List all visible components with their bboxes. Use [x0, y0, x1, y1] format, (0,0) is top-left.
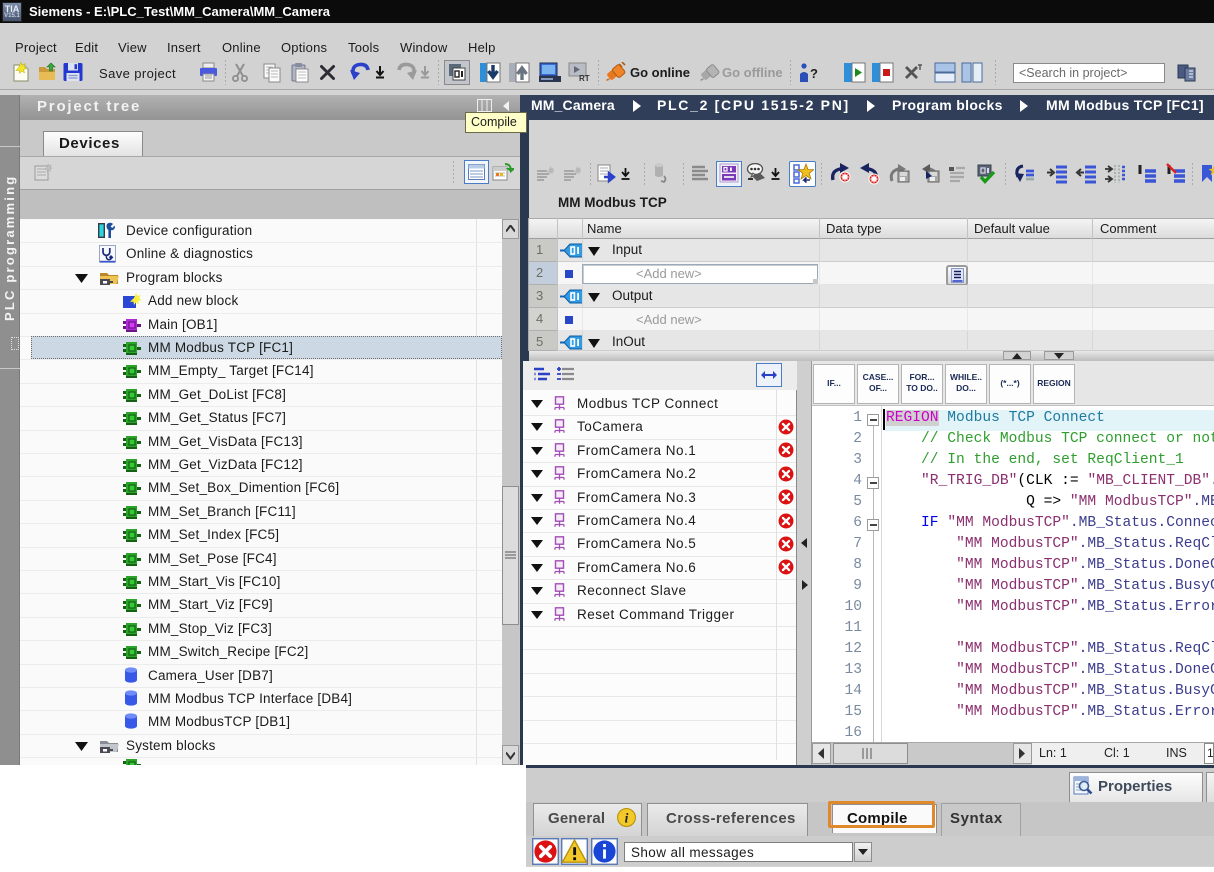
svg-text:RT: RT	[579, 74, 590, 83]
svg-text:?: ?	[810, 66, 818, 81]
svg-text:i: i	[625, 810, 629, 825]
